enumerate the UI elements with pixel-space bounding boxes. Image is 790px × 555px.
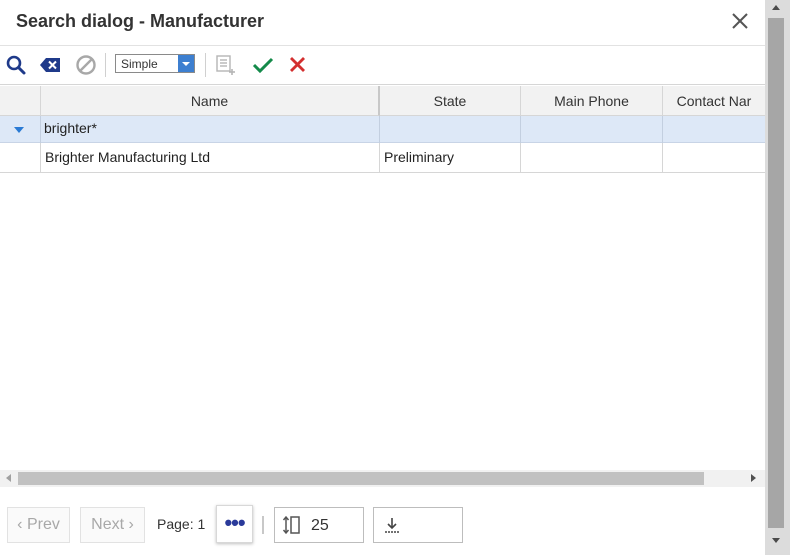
table-row[interactable]: Brighter Manufacturing Ltd Preliminary xyxy=(0,143,765,173)
next-label: Next xyxy=(91,516,125,533)
prev-page-button[interactable]: ‹ Prev xyxy=(7,507,70,543)
next-page-button[interactable]: Next › xyxy=(80,507,145,543)
horizontal-scrollbar[interactable] xyxy=(0,470,765,487)
filter-row-toggle[interactable] xyxy=(0,116,41,143)
page-size-value: 25 xyxy=(311,517,329,534)
chevron-left-icon: ‹ xyxy=(17,516,27,533)
more-options-button[interactable]: ••• xyxy=(216,505,253,543)
caret-down-icon xyxy=(14,127,24,133)
add-to-list-icon xyxy=(216,55,235,75)
filter-row: brighter* xyxy=(0,116,765,143)
horizontal-scroll-thumb[interactable] xyxy=(18,472,704,485)
column-header-contact-name[interactable]: Contact Nar xyxy=(663,86,765,116)
chevron-right-icon: › xyxy=(124,516,134,533)
export-button[interactable] xyxy=(373,507,463,543)
search-icon xyxy=(6,55,26,75)
filter-contact-name-input[interactable] xyxy=(663,116,765,143)
scroll-right-icon[interactable] xyxy=(751,474,756,482)
dialog-titlebar: Search dialog - Manufacturer xyxy=(0,0,765,46)
chevron-down-icon xyxy=(178,55,194,72)
filter-state-input[interactable] xyxy=(380,116,521,143)
header-row-selector xyxy=(0,86,41,116)
download-icon xyxy=(385,518,399,533)
filter-name-input[interactable]: brighter* xyxy=(41,116,380,143)
clear-button[interactable] xyxy=(38,53,62,77)
results-grid: Name State Main Phone Contact Nar bright… xyxy=(0,86,765,470)
more-icon: ••• xyxy=(224,510,245,535)
toolbar: Simple xyxy=(0,47,765,85)
cell-contact-name xyxy=(663,143,765,172)
scroll-left-icon[interactable] xyxy=(6,474,11,482)
scroll-up-icon[interactable] xyxy=(772,5,780,10)
pager: ‹ Prev Next › Page: 1 ••• 25 xyxy=(0,487,765,555)
column-header-main-phone[interactable]: Main Phone xyxy=(521,86,663,116)
prev-label: Prev xyxy=(26,516,60,533)
toolbar-separator xyxy=(205,53,206,77)
filter-main-phone-input[interactable] xyxy=(521,116,663,143)
vertical-scrollbar[interactable] xyxy=(765,0,790,555)
page-size-input[interactable]: 25 xyxy=(274,507,364,543)
pager-divider xyxy=(262,516,264,534)
row-height-icon xyxy=(282,515,300,535)
column-header-state[interactable]: State xyxy=(380,86,521,116)
cell-name: Brighter Manufacturing Ltd xyxy=(41,143,380,172)
column-header-name[interactable]: Name xyxy=(41,86,380,116)
cancel-button[interactable] xyxy=(286,53,310,77)
search-mode-value: Simple xyxy=(121,57,158,71)
ok-button[interactable] xyxy=(251,53,275,77)
add-to-list-button[interactable] xyxy=(214,53,238,77)
cancel-search-button[interactable] xyxy=(74,53,98,77)
toolbar-separator xyxy=(105,53,106,77)
cell-main-phone xyxy=(521,143,663,172)
search-button[interactable] xyxy=(4,53,28,77)
page-indicator: Page: 1 xyxy=(157,516,206,532)
close-icon xyxy=(732,13,748,29)
check-icon xyxy=(252,57,274,74)
vertical-scroll-thumb[interactable] xyxy=(768,18,784,528)
cancel-search-icon xyxy=(76,55,96,75)
search-dialog: Search dialog - Manufacturer Simple Name… xyxy=(0,0,765,555)
x-icon xyxy=(290,57,305,72)
scroll-down-icon[interactable] xyxy=(772,538,780,543)
row-selector[interactable] xyxy=(0,143,41,172)
close-button[interactable] xyxy=(727,8,753,34)
dialog-title: Search dialog - Manufacturer xyxy=(16,11,265,31)
cell-state: Preliminary xyxy=(380,143,521,172)
clear-icon xyxy=(40,58,60,72)
search-mode-select[interactable]: Simple xyxy=(115,54,195,73)
